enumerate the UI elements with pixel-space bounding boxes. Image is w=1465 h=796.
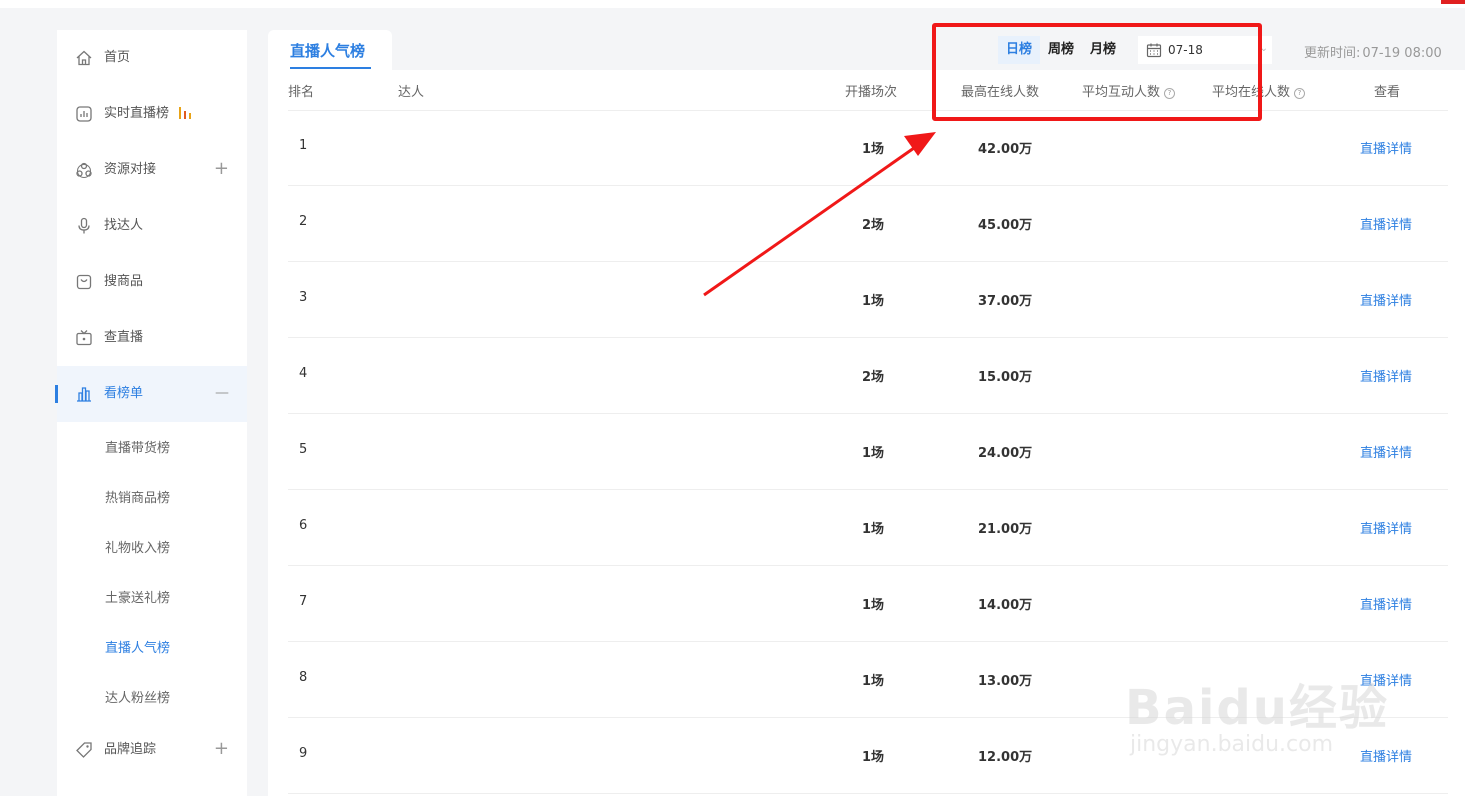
watermark-url: jingyan.baidu.com — [1130, 732, 1334, 757]
watermark-logo: Baidu经验 — [1125, 680, 1389, 736]
watermark: Baidu经验 jingyan.baidu.com — [1120, 640, 1465, 790]
